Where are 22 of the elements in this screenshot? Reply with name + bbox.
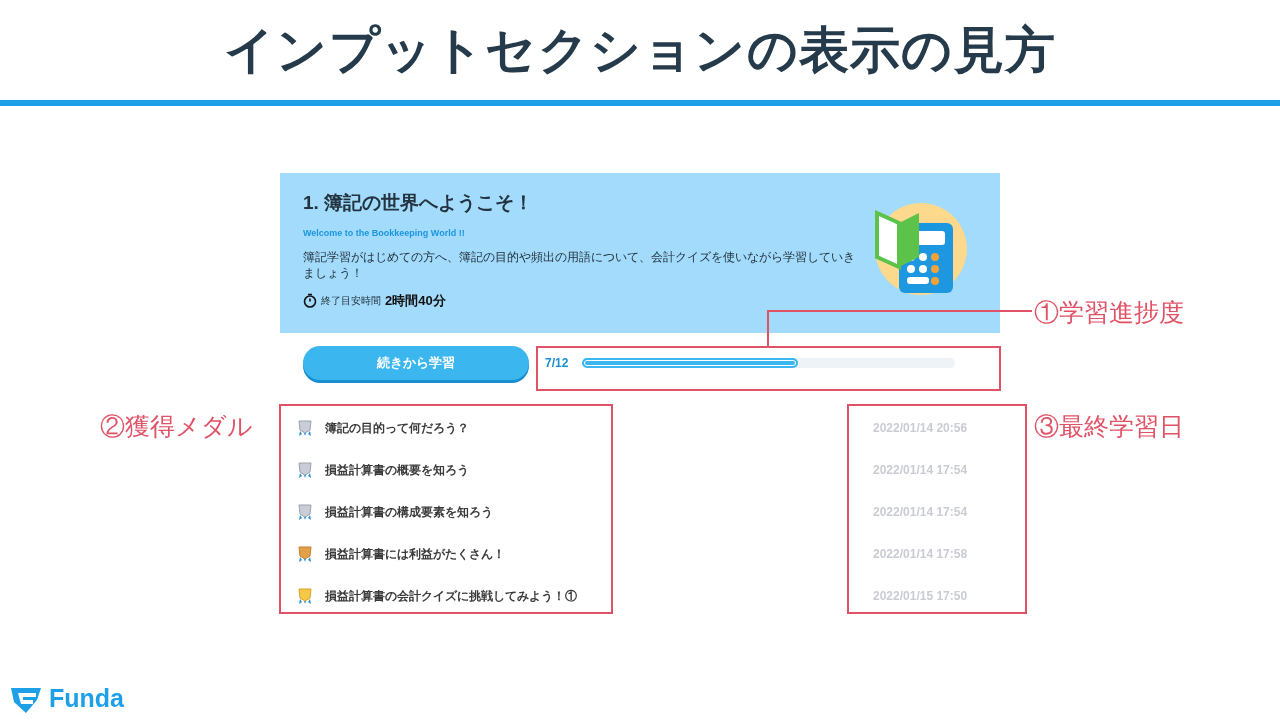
course-description: 簿記学習がはじめての方へ、簿記の目的や頻出の用語について、会計クイズを使いながら学習していきましょう！ [303,249,856,281]
slide-title: インプットセクションの表示の見方 [224,20,1056,80]
lesson-title[interactable]: 損益計算書には利益がたくさん！ [325,545,505,563]
progress-count: 7/12 [545,355,569,372]
annotation-label: ②獲得メダル [100,411,253,442]
lesson-title[interactable]: 損益計算書の概要を知ろう [325,461,469,479]
time-value: 2時間40分 [385,292,446,310]
time-label: 終了目安時間 [321,294,381,309]
lesson-title[interactable]: 損益計算書の会計クイズに挑戦してみよう！① [325,587,577,605]
logo-text: Funda [49,683,124,714]
annotation-label: ①学習進捗度 [1034,297,1184,328]
course-subtitle: Welcome to the Bookkeeping World !! [303,226,466,240]
course-title: 1. 簿記の世界へようこそ！ [303,191,535,215]
stopwatch-icon [303,293,317,309]
medal-icon [297,503,313,521]
annotation-label: ③最終学習日 [1034,411,1184,442]
lesson-title[interactable]: 簿記の目的って何だろう？ [325,419,469,437]
medal-icon [297,419,313,437]
medal-icon [297,587,313,605]
medal-icon [297,545,313,563]
lesson-title[interactable]: 損益計算書の構成要素を知ろう [325,503,493,521]
medal-icon [297,461,313,479]
